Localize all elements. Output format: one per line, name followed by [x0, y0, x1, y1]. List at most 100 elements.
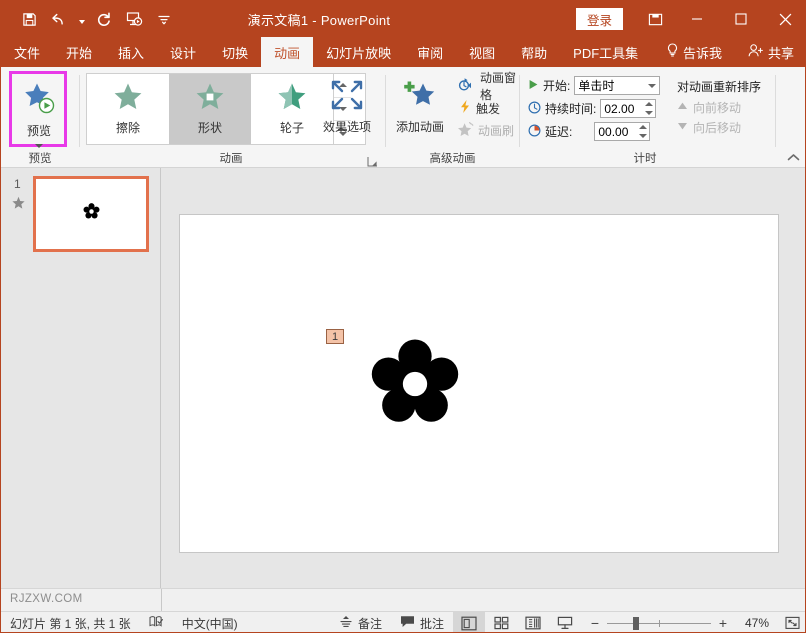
- save-icon[interactable]: [15, 5, 43, 33]
- animation-item-label: 擦除: [116, 119, 140, 136]
- move-earlier-button[interactable]: 向前移动: [677, 97, 761, 117]
- start-label-wrap: 开始:: [528, 77, 570, 94]
- lightbulb-icon: [666, 43, 679, 61]
- flower-shape[interactable]: [370, 339, 460, 434]
- view-slideshow-button[interactable]: [549, 612, 581, 633]
- tab-pdf-tools[interactable]: PDF工具集: [560, 37, 651, 67]
- view-slide-sorter-button[interactable]: [485, 612, 517, 633]
- start-dropdown-icon[interactable]: [644, 77, 659, 94]
- comments-label: 批注: [420, 615, 444, 632]
- tab-view[interactable]: 视图: [456, 37, 508, 67]
- view-normal-button[interactable]: [453, 612, 485, 633]
- powerpoint-window: 演示文稿1 - PowerPoint 登录 文件 开始 插入 设: [0, 0, 806, 633]
- preview-dropdown-icon[interactable]: [35, 144, 43, 148]
- duration-spin-buttons[interactable]: [642, 99, 655, 118]
- pane-splitter[interactable]: [161, 168, 169, 588]
- animation-pane-button[interactable]: 动画窗格: [456, 75, 519, 97]
- zoom-slider[interactable]: [607, 617, 711, 629]
- ribbon-group-advanced-label: 高级动画: [386, 150, 519, 166]
- reorder-title: 对动画重新排序: [677, 75, 761, 97]
- duration-row: 持续时间: 02.00: [528, 97, 678, 120]
- ribbon-group-preview-label: 预览: [1, 150, 79, 166]
- view-reading-button[interactable]: [517, 612, 549, 633]
- animation-item-wipe[interactable]: 擦除: [87, 74, 169, 144]
- tab-slideshow[interactable]: 幻灯片放映: [313, 37, 404, 67]
- effect-options-label: 效果选项: [323, 118, 371, 135]
- tell-me-button[interactable]: 告诉我: [653, 37, 735, 67]
- slide-canvas[interactable]: 1: [179, 214, 779, 553]
- animation-pane-label: 动画窗格: [480, 69, 517, 103]
- add-animation-button[interactable]: 添加动画: [388, 74, 452, 135]
- trigger-label: 触发: [476, 100, 500, 117]
- title-bar: 演示文稿1 - PowerPoint 登录: [1, 1, 806, 37]
- duration-spinner[interactable]: 02.00: [600, 99, 656, 118]
- watermark-text: RJZXW.COM: [10, 593, 83, 605]
- start-dropdown[interactable]: 单击时: [574, 76, 660, 95]
- ribbon-group-advanced-animation: 添加动画 动画窗格: [386, 67, 519, 168]
- reorder-animation-section: 对动画重新排序 向前移动 向后移动: [677, 75, 761, 137]
- preview-button-label: 预览: [27, 122, 51, 139]
- zoom-control: − + 47%: [581, 615, 777, 631]
- notes-button[interactable]: 备注: [330, 612, 391, 633]
- animation-item-shape[interactable]: 形状: [169, 74, 251, 144]
- zoom-slider-handle[interactable]: [633, 617, 639, 630]
- comment-bubble-icon: [400, 615, 415, 631]
- tab-transitions[interactable]: 切换: [209, 37, 261, 67]
- share-label: 共享: [768, 43, 794, 62]
- add-animation-label: 添加动画: [396, 118, 444, 135]
- spellcheck-icon: [149, 615, 164, 631]
- customize-qat-icon[interactable]: [150, 5, 178, 33]
- maximize-button[interactable]: [719, 1, 763, 37]
- trigger-lightning-icon: [458, 99, 472, 117]
- tab-help[interactable]: 帮助: [508, 37, 560, 67]
- move-up-icon: [677, 100, 688, 114]
- delay-value: 00.00: [598, 125, 636, 139]
- tab-home[interactable]: 开始: [53, 37, 105, 67]
- zoom-in-button[interactable]: +: [717, 615, 729, 631]
- undo-icon[interactable]: [45, 5, 73, 33]
- redo-icon[interactable]: [90, 5, 118, 33]
- ribbon: 预览 预览 擦除: [1, 67, 806, 168]
- tab-design[interactable]: 设计: [157, 37, 209, 67]
- tab-review[interactable]: 审阅: [404, 37, 456, 67]
- ribbon-display-options-icon[interactable]: [635, 1, 675, 37]
- tab-animations[interactable]: 动画: [261, 37, 313, 67]
- delay-label-wrap: 延迟:: [528, 123, 572, 140]
- move-down-icon: [677, 120, 688, 134]
- delay-row: 延迟: 00.00: [528, 120, 678, 143]
- undo-dropdown-icon[interactable]: [75, 5, 88, 33]
- ribbon-group-timing-label: 计时: [520, 150, 770, 166]
- timing-inner-divider: [775, 75, 776, 147]
- delay-clock-icon: [528, 124, 541, 140]
- fit-slide-button[interactable]: [777, 612, 806, 633]
- tab-insert[interactable]: 插入: [105, 37, 157, 67]
- work-area: 1: [1, 168, 806, 588]
- zoom-out-button[interactable]: −: [589, 615, 601, 631]
- slide-thumbnail-1[interactable]: [33, 176, 149, 252]
- sign-in-button[interactable]: 登录: [576, 8, 623, 30]
- close-button[interactable]: [763, 1, 806, 37]
- delay-spinner[interactable]: 00.00: [594, 122, 650, 141]
- animation-item-label: 轮子: [280, 119, 304, 136]
- delay-spin-buttons[interactable]: [636, 122, 649, 141]
- tab-file[interactable]: 文件: [1, 37, 53, 67]
- duration-label: 持续时间:: [545, 100, 596, 117]
- language-indicator[interactable]: 中文(中国): [173, 612, 247, 633]
- clock-icon: [528, 101, 541, 117]
- start-slideshow-icon[interactable]: [120, 5, 148, 33]
- preview-button[interactable]: 预览: [12, 75, 66, 148]
- animation-painter-label: 动画刷: [478, 122, 514, 139]
- move-later-button[interactable]: 向后移动: [677, 117, 761, 137]
- spellcheck-button[interactable]: [140, 612, 173, 633]
- collapse-ribbon-button[interactable]: [787, 153, 800, 165]
- comments-button[interactable]: 批注: [391, 612, 453, 633]
- quick-access-toolbar: [1, 1, 178, 37]
- share-button[interactable]: 共享: [735, 37, 806, 67]
- zoom-percent[interactable]: 47%: [735, 616, 769, 630]
- animation-painter-button: 动画刷: [456, 119, 519, 141]
- star-shape-icon: [195, 82, 225, 116]
- animation-painter-icon: [458, 121, 474, 139]
- effect-options-button-main[interactable]: 效果选项: [315, 74, 379, 135]
- animation-order-badge[interactable]: 1: [326, 329, 344, 344]
- minimize-button[interactable]: [675, 1, 719, 37]
